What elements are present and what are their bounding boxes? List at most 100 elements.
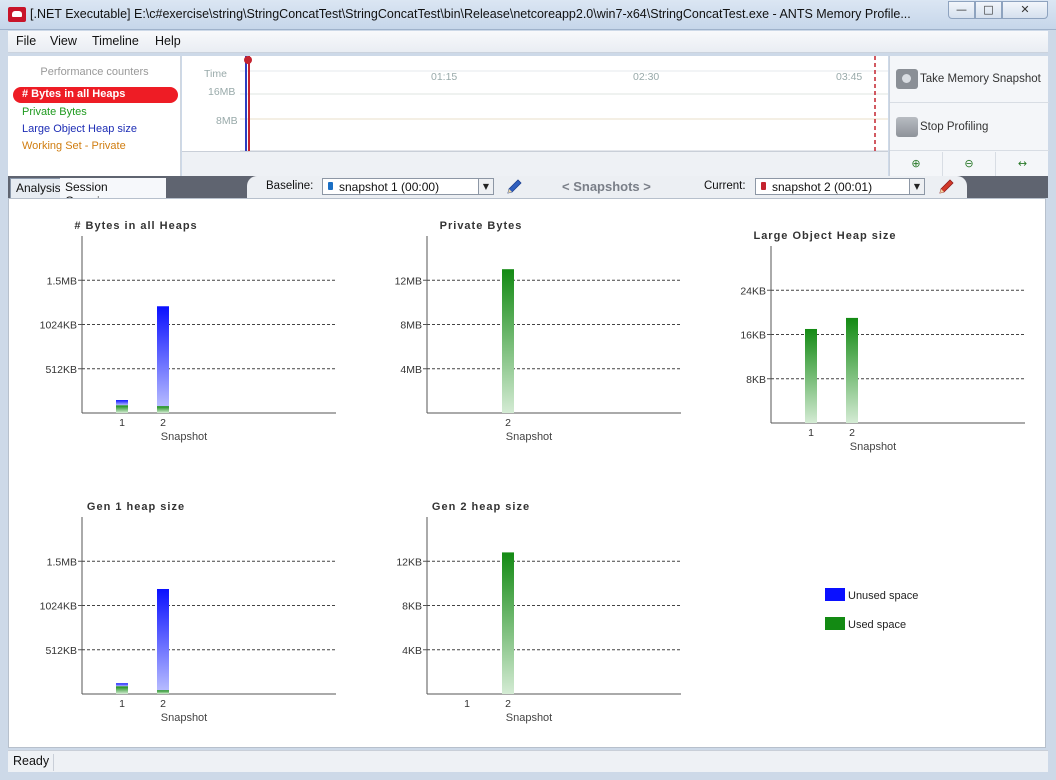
chevron-down-icon[interactable]: ▼ [909, 179, 924, 194]
chart-title: # Bytes in all Heaps [74, 220, 197, 232]
chart-y-tick-label: 24KB [740, 285, 766, 297]
chevron-down-icon[interactable]: ▼ [478, 179, 493, 194]
chart-y-tick-label: 1.5MB [47, 556, 77, 568]
legend-label-unused: Unused space [848, 590, 918, 602]
menu-view[interactable]: View [50, 34, 77, 48]
chart-y-tick-label: 8MB [400, 320, 422, 332]
counters-heading: Performance counters [40, 66, 149, 78]
performance-counters-panel: Performance counters # Bytes in all Heap… [8, 56, 181, 176]
chart-y-tick-label: 1024KB [40, 601, 77, 613]
chart-x-tick-label: 1 [119, 417, 125, 429]
chart-y-tick-label: 4MB [400, 364, 422, 376]
maximize-button[interactable]: □ [975, 1, 1002, 19]
counter-private-bytes[interactable]: Private Bytes [22, 106, 87, 118]
snapshot-tools-panel: Take Memory Snapshot Stop Profiling ⊕ ⊖ … [889, 56, 1049, 176]
legend: Unused space Used space [825, 588, 918, 631]
chart-y-tick-label: 4KB [402, 645, 422, 657]
baseline-snapshot-value: snapshot 1 (00:00) [339, 180, 440, 194]
chart-x-label: Snapshot [850, 441, 896, 453]
bar-unused-space [116, 683, 128, 687]
fit-to-window-icon[interactable]: ↔ [996, 152, 1049, 176]
chart-title: Gen 2 heap size [432, 501, 530, 513]
chart-y-tick-label: 12KB [396, 556, 422, 568]
memory-charts: Unused space Used space # Bytes in all H… [40, 220, 1025, 724]
bar-used-space [502, 269, 514, 413]
chart-x-tick-label: 2 [849, 427, 855, 439]
chart-x-tick-label: 1 [464, 698, 470, 710]
stop-icon [896, 117, 918, 137]
close-button[interactable]: ✕ [1002, 1, 1048, 19]
snapshot-selection-bar: Baseline: snapshot 1 (00:00) ▼ < Snapsho… [247, 176, 967, 198]
chart-y-tick-label: 16KB [740, 330, 766, 342]
timeline-panel[interactable]: Time 01:15 02:30 03:45 16MB 8MB [182, 56, 888, 176]
app-icon [8, 7, 26, 22]
bar-used-space [805, 328, 817, 423]
minimize-button[interactable]: — [948, 1, 975, 19]
chart-x-tick-label: 1 [119, 698, 125, 710]
timeline-tick: 01:15 [431, 71, 458, 83]
stop-profiling-button[interactable]: Stop Profiling [890, 104, 1049, 151]
chart-y-tick-label: 8KB [402, 601, 422, 613]
bar-unused-space [116, 400, 128, 406]
timeline-y-label: 8MB [216, 115, 238, 127]
bar-unused-space [157, 588, 169, 691]
chart-y-tick-label: 1.5MB [47, 275, 77, 287]
chart-x-label: Snapshot [506, 712, 552, 724]
baseline-snapshot-select[interactable]: snapshot 1 (00:00) ▼ [322, 178, 494, 195]
take-snapshot-label: Take Memory Snapshot [920, 73, 1041, 85]
menu-timeline[interactable]: Timeline [92, 34, 139, 48]
counter-bytes-in-all-heaps[interactable]: # Bytes in all Heaps [13, 87, 178, 103]
edit-baseline-pencil-icon[interactable] [505, 178, 523, 196]
legend-label-used: Used space [848, 619, 906, 631]
bar-used-space [502, 552, 514, 694]
chart-x-label: Snapshot [161, 431, 207, 443]
chart-y-tick-label: 1024KB [40, 320, 77, 332]
window-title: [.NET Executable] E:\c#exercise\string\S… [30, 7, 911, 21]
bar-used-space [116, 405, 128, 413]
status-text: Ready [13, 754, 55, 771]
chart-x-tick-label: 2 [505, 417, 511, 429]
bar-used-space [157, 406, 169, 413]
current-label: Current: [704, 180, 746, 192]
current-snapshot-value: snapshot 2 (00:01) [772, 180, 873, 194]
edit-current-pencil-icon[interactable] [937, 178, 955, 196]
title-bar: [.NET Executable] E:\c#exercise\string\S… [0, 0, 1056, 30]
current-position-marker[interactable] [244, 56, 252, 64]
timeline-y-label: 16MB [208, 86, 236, 98]
legend-swatch-used [825, 617, 845, 630]
chart-x-tick-label: 2 [160, 698, 166, 710]
counter-working-set-private[interactable]: Working Set - Private [22, 140, 126, 152]
session-overview-content: Unused space Used space # Bytes in all H… [8, 198, 1046, 748]
legend-swatch-unused [825, 588, 845, 601]
menu-bar: File View Timeline Help [8, 31, 1048, 53]
bar-used-space [157, 690, 169, 694]
timeline-scrollbar[interactable] [182, 151, 888, 176]
timeline-time-label: Time [204, 68, 227, 80]
timeline-tick: 03:45 [836, 71, 863, 83]
counter-large-object-heap[interactable]: Large Object Heap size [22, 123, 137, 135]
chart-x-label: Snapshot [161, 712, 207, 724]
current-snapshot-select[interactable]: snapshot 2 (00:01) ▼ [755, 178, 925, 195]
snapshots-navigation[interactable]: < Snapshots > [562, 179, 651, 194]
bar-used-space [116, 686, 128, 694]
chart-x-tick-label: 2 [505, 698, 511, 710]
current-snapshot-icon [761, 182, 766, 190]
bar-used-space [846, 317, 858, 423]
zoom-in-icon[interactable]: ⊕ [890, 152, 943, 176]
tab-session-overview[interactable]: Session Overview [60, 178, 166, 208]
menu-help[interactable]: Help [155, 34, 181, 48]
chart-title: Private Bytes [440, 220, 523, 232]
chart-x-tick-label: 1 [808, 427, 814, 439]
zoom-out-icon[interactable]: ⊖ [943, 152, 996, 176]
chart-y-tick-label: 512KB [45, 364, 77, 376]
tab-analysis[interactable]: Analysis [10, 178, 67, 198]
take-memory-snapshot-button[interactable]: Take Memory Snapshot [890, 56, 1049, 103]
camera-icon [896, 69, 918, 89]
chart-y-tick-label: 12MB [395, 275, 422, 287]
chart-y-tick-label: 512KB [45, 645, 77, 657]
chart-title: Gen 1 heap size [87, 501, 185, 513]
chart-title: Large Object Heap size [753, 230, 896, 242]
chart-y-tick-label: 8KB [746, 374, 766, 386]
status-bar: Ready [8, 750, 1048, 772]
menu-file[interactable]: File [16, 34, 36, 48]
